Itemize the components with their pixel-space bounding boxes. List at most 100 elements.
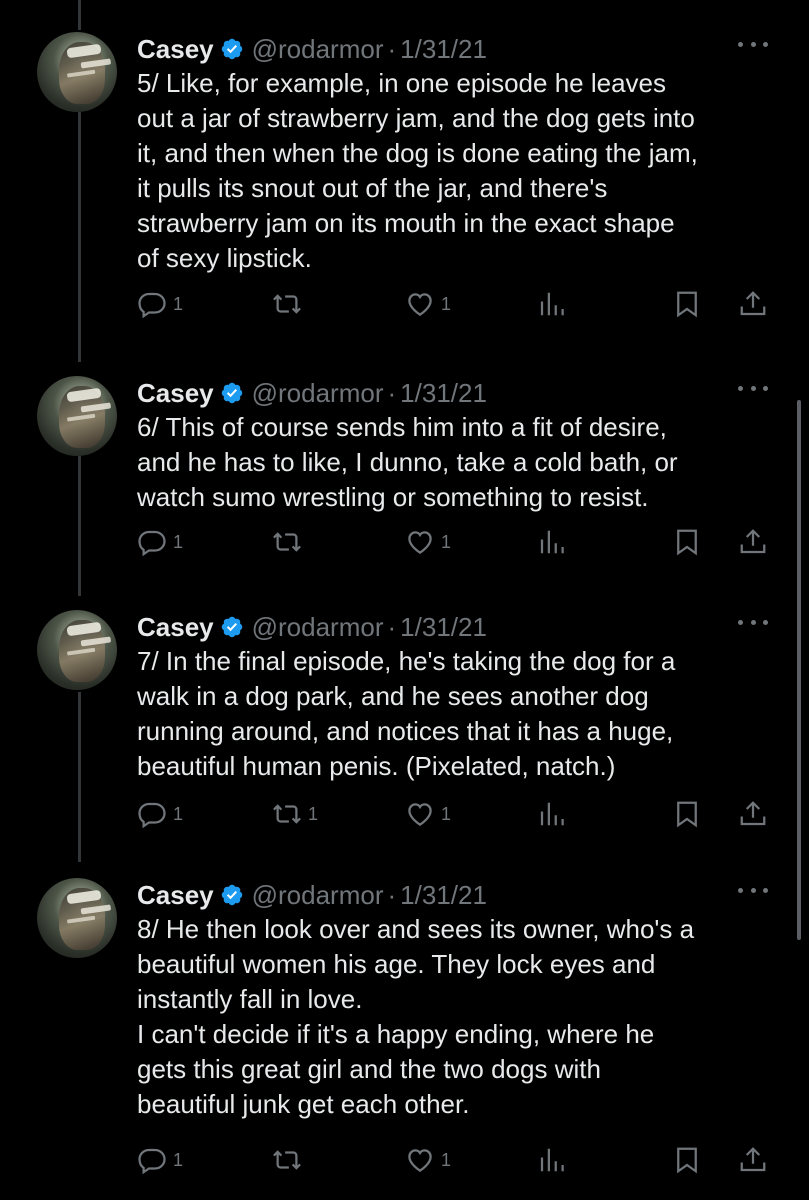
more-options-icon[interactable]: [738, 880, 768, 900]
share-button[interactable]: [738, 794, 768, 834]
separator: ·: [387, 879, 397, 910]
retweet-button[interactable]: [272, 284, 308, 324]
like-button[interactable]: 1: [405, 1140, 451, 1180]
verified-badge-icon: [221, 616, 242, 638]
verified-badge-icon: [221, 38, 242, 60]
avatar[interactable]: [37, 32, 117, 112]
reply-count: 1: [173, 293, 184, 314]
bookmark-icon: [677, 1147, 697, 1174]
reply-button[interactable]: 1: [137, 284, 183, 324]
tweet-header: Casey @rodarmor · 1/31/21: [137, 32, 487, 66]
separator: ·: [387, 377, 397, 408]
tweet-actions: 1 1: [0, 1140, 809, 1180]
tweet-actions: 1 1: [0, 284, 809, 324]
separator: ·: [387, 33, 397, 64]
tweet-header: Casey @rodarmor · 1/31/21: [137, 610, 487, 644]
tweet-text: 5/ Like, for example, in one episode he …: [137, 68, 698, 273]
views-button[interactable]: [537, 794, 567, 834]
retweet-count: 1: [308, 803, 319, 824]
separator: ·: [387, 611, 397, 642]
reply-icon: [138, 1148, 166, 1175]
reply-count: 1: [173, 803, 184, 824]
bookmark-icon: [677, 291, 697, 318]
retweet-button[interactable]: [272, 522, 308, 562]
avatar[interactable]: [37, 610, 117, 690]
views-icon: [540, 802, 564, 826]
views-icon: [540, 530, 564, 554]
like-icon: [408, 293, 432, 316]
tweet-date[interactable]: 1/31/21: [400, 34, 487, 65]
views-button[interactable]: [537, 522, 567, 562]
tweet-date[interactable]: 1/31/21: [400, 612, 487, 643]
reply-icon: [138, 802, 166, 829]
like-icon: [408, 803, 432, 826]
retweet-icon: [273, 1150, 301, 1170]
like-button[interactable]: 1: [405, 794, 451, 834]
tweet-header: Casey @rodarmor · 1/31/21: [137, 376, 487, 410]
author-name[interactable]: Casey: [137, 612, 214, 643]
like-button[interactable]: 1: [405, 284, 451, 324]
retweet-icon: [273, 294, 301, 314]
retweet-icon: [273, 532, 301, 552]
avatar[interactable]: [37, 376, 117, 456]
like-button[interactable]: 1: [405, 522, 451, 562]
tweet-text: 8/ He then look over and sees its owner,…: [137, 914, 695, 1119]
author-handle[interactable]: @rodarmor: [252, 378, 384, 409]
reply-count: 1: [173, 531, 184, 552]
more-options-icon[interactable]: [738, 34, 768, 54]
avatar[interactable]: [37, 878, 117, 958]
reply-button[interactable]: 1: [137, 794, 183, 834]
bookmark-icon: [677, 801, 697, 828]
tweet-actions: 1 1 1: [0, 794, 809, 834]
like-count: 1: [441, 293, 452, 314]
share-icon: [740, 801, 766, 826]
reply-icon: [138, 530, 166, 557]
tweet-date[interactable]: 1/31/21: [400, 378, 487, 409]
like-count: 1: [441, 531, 452, 552]
author-name[interactable]: Casey: [137, 378, 214, 409]
tweet-text: 6/ This of course sends him into a fit o…: [137, 412, 678, 512]
thread-line: [78, 692, 81, 862]
views-button[interactable]: [537, 1140, 567, 1180]
tweet-text: 7/ In the final episode, he's taking the…: [137, 646, 676, 781]
share-button[interactable]: [738, 284, 768, 324]
share-icon: [740, 291, 766, 316]
reply-icon: [138, 292, 166, 319]
bookmark-button[interactable]: [672, 794, 702, 834]
verified-badge-icon: [221, 884, 242, 906]
more-options-icon[interactable]: [738, 612, 768, 632]
scrollbar[interactable]: [797, 400, 801, 940]
retweet-button[interactable]: 1: [272, 794, 318, 834]
author-name[interactable]: Casey: [137, 880, 214, 911]
tweet-header: Casey @rodarmor · 1/31/21: [137, 878, 487, 912]
tweet-date[interactable]: 1/31/21: [400, 880, 487, 911]
views-button[interactable]: [537, 284, 567, 324]
thread-line: [78, 0, 81, 30]
bookmark-icon: [677, 529, 697, 556]
author-handle[interactable]: @rodarmor: [252, 34, 384, 65]
tweet-actions: 1 1: [0, 522, 809, 562]
share-button[interactable]: [738, 522, 768, 562]
author-handle[interactable]: @rodarmor: [252, 612, 384, 643]
like-icon: [408, 1149, 432, 1172]
like-count: 1: [441, 803, 452, 824]
views-icon: [540, 292, 564, 316]
like-icon: [408, 531, 432, 554]
bookmark-button[interactable]: [672, 284, 702, 324]
author-handle[interactable]: @rodarmor: [252, 880, 384, 911]
share-button[interactable]: [738, 1140, 768, 1180]
views-icon: [540, 1148, 564, 1172]
bookmark-button[interactable]: [672, 522, 702, 562]
retweet-button[interactable]: [272, 1140, 308, 1180]
reply-button[interactable]: 1: [137, 1140, 183, 1180]
like-count: 1: [441, 1149, 452, 1170]
retweet-icon: [273, 804, 301, 824]
reply-count: 1: [173, 1149, 184, 1170]
share-icon: [740, 529, 766, 554]
author-name[interactable]: Casey: [137, 34, 214, 65]
reply-button[interactable]: 1: [137, 522, 183, 562]
share-icon: [740, 1147, 766, 1172]
more-options-icon[interactable]: [738, 378, 768, 398]
bookmark-button[interactable]: [672, 1140, 702, 1180]
verified-badge-icon: [221, 382, 242, 404]
